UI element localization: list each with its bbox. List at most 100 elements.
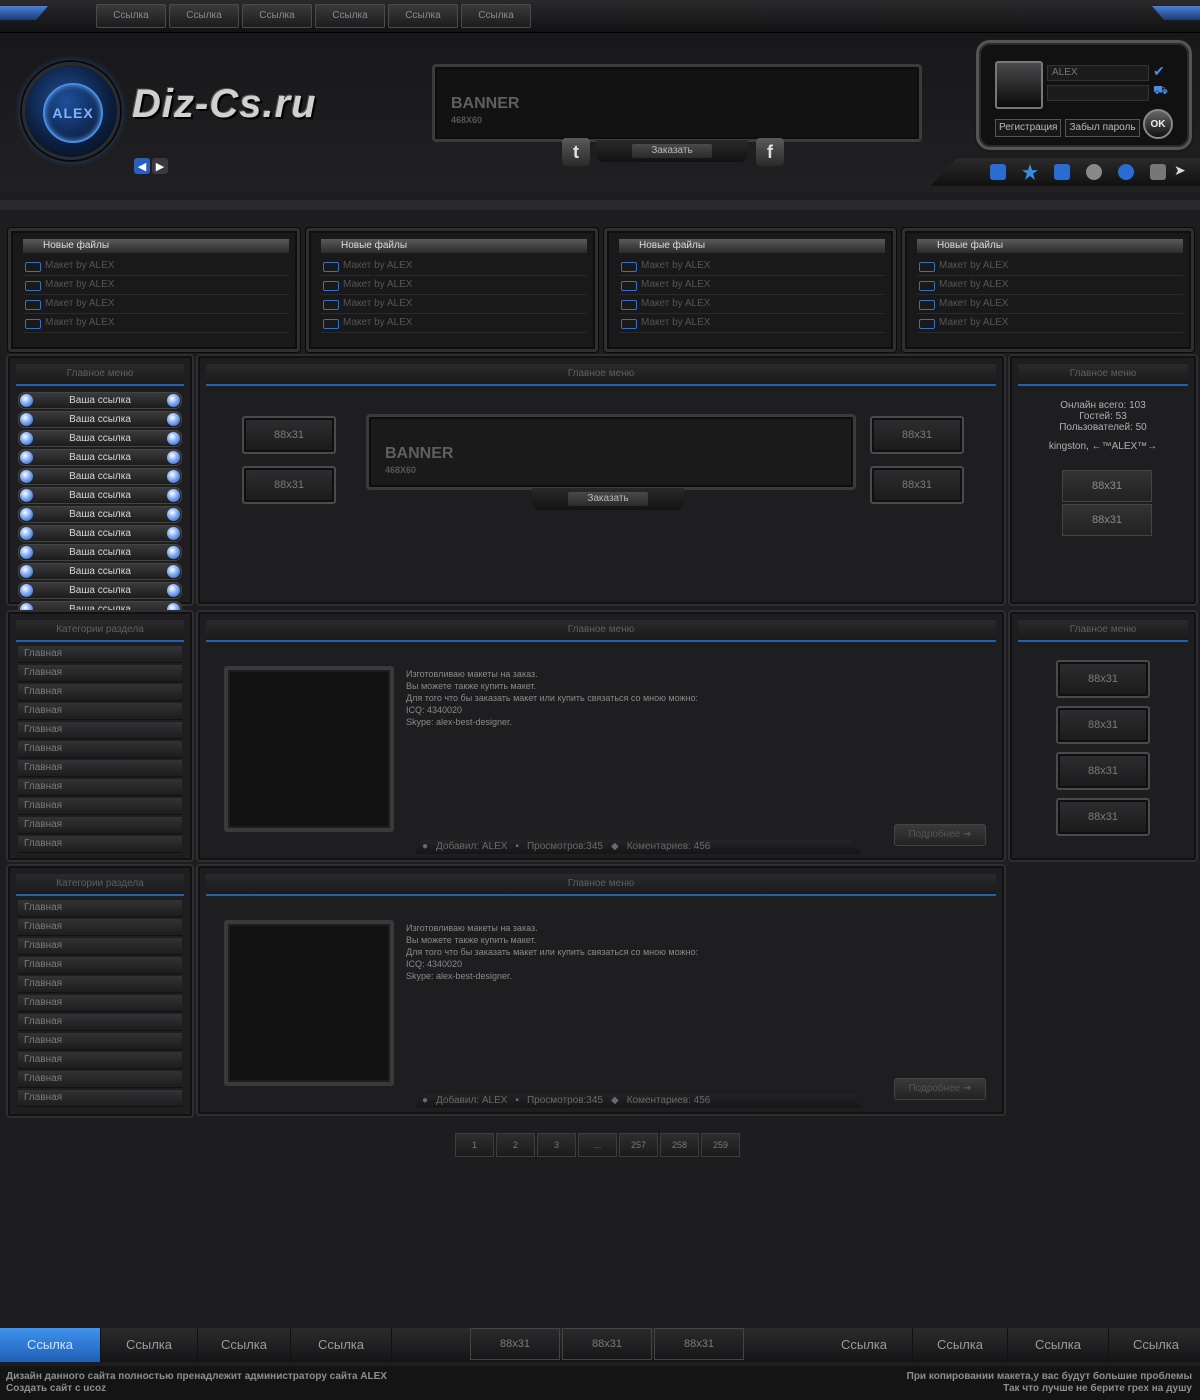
file-item[interactable]: Макет by ALEX: [321, 257, 587, 276]
category-link[interactable]: Главная: [18, 760, 182, 777]
logo-badge[interactable]: ALEX: [22, 62, 120, 160]
button-88x31[interactable]: 88x31: [1056, 660, 1150, 698]
more-button[interactable]: Подробнее ➔: [894, 824, 986, 846]
file-item[interactable]: Макет by ALEX: [321, 314, 587, 333]
footer-link[interactable]: Ссылка: [1109, 1328, 1200, 1362]
arrow-left-icon[interactable]: ◀: [134, 158, 150, 174]
category-link[interactable]: Главная: [18, 665, 182, 682]
top-nav-link[interactable]: Ссылка: [96, 4, 166, 28]
file-item[interactable]: Макет by ALEX: [23, 314, 289, 333]
menu-link[interactable]: Ваша ссылка: [18, 563, 182, 580]
site-logo-text[interactable]: Diz-Cs.ru: [132, 82, 317, 127]
category-link[interactable]: Главная: [18, 1033, 182, 1050]
category-link[interactable]: Главная: [18, 1052, 182, 1069]
top-banner[interactable]: BANNER 468X60: [432, 64, 922, 142]
page-link[interactable]: 3: [537, 1133, 576, 1157]
file-item[interactable]: Макет by ALEX: [23, 295, 289, 314]
top-nav-link[interactable]: Ссылка: [315, 4, 385, 28]
button-88x31[interactable]: 88x31: [562, 1328, 652, 1360]
file-item[interactable]: Макет by ALEX: [23, 257, 289, 276]
category-link[interactable]: Главная: [18, 957, 182, 974]
username-field[interactable]: ALEX: [1047, 65, 1149, 81]
menu-link[interactable]: Ваша ссылка: [18, 449, 182, 466]
button-88x31[interactable]: 88x31: [1056, 798, 1150, 836]
top-nav-link[interactable]: Ссылка: [242, 4, 312, 28]
button-88x31[interactable]: 88x31: [470, 1328, 560, 1360]
top-nav-link[interactable]: Ссылка: [388, 4, 458, 28]
center-banner[interactable]: BANNER 468X60: [366, 414, 856, 490]
file-item[interactable]: Макет by ALEX: [321, 276, 587, 295]
search-icon[interactable]: [1086, 164, 1102, 180]
file-item[interactable]: Макет by ALEX: [321, 295, 587, 314]
post-thumbnail[interactable]: [224, 666, 394, 832]
post-thumbnail[interactable]: [224, 920, 394, 1086]
file-item[interactable]: Макет by ALEX: [23, 276, 289, 295]
bookmark-icon[interactable]: [1054, 164, 1070, 180]
order-button[interactable]: Заказать: [568, 492, 648, 506]
category-link[interactable]: Главная: [18, 703, 182, 720]
file-item[interactable]: Макет by ALEX: [619, 257, 885, 276]
button-88x31[interactable]: 88x31: [1062, 470, 1152, 502]
page-link[interactable]: 257: [619, 1133, 658, 1157]
category-link[interactable]: Главная: [18, 817, 182, 834]
page-link[interactable]: 2: [496, 1133, 535, 1157]
button-88x31[interactable]: 88x31: [1056, 752, 1150, 790]
menu-link[interactable]: Ваша ссылка: [18, 525, 182, 542]
button-88x31[interactable]: 88x31: [242, 466, 336, 504]
footer-link[interactable]: Ссылка: [1008, 1328, 1109, 1362]
category-link[interactable]: Главная: [18, 684, 182, 701]
post-comments[interactable]: Коментариев: 456: [627, 1094, 711, 1108]
button-88x31[interactable]: 88x31: [1056, 706, 1150, 744]
category-link[interactable]: Главная: [18, 741, 182, 758]
page-link[interactable]: 1: [455, 1133, 494, 1157]
register-link[interactable]: Регистрация: [995, 119, 1062, 137]
button-88x31[interactable]: 88x31: [242, 416, 336, 454]
footer-link-active[interactable]: Ссылка: [0, 1328, 101, 1362]
order-button[interactable]: Заказать: [632, 144, 712, 158]
button-88x31[interactable]: 88x31: [654, 1328, 744, 1360]
category-link[interactable]: Главная: [18, 779, 182, 796]
button-88x31[interactable]: 88x31: [870, 466, 964, 504]
online-users[interactable]: kingston, ←™ALEX™→: [1010, 441, 1196, 452]
category-link[interactable]: Главная: [18, 1071, 182, 1088]
forgot-password-link[interactable]: Забыл пароль: [1065, 119, 1140, 137]
menu-link[interactable]: Ваша ссылка: [18, 582, 182, 599]
category-link[interactable]: Главная: [18, 1014, 182, 1031]
category-link[interactable]: Главная: [18, 722, 182, 739]
menu-link[interactable]: Ваша ссылка: [18, 487, 182, 504]
menu-link[interactable]: Ваша ссылка: [18, 468, 182, 485]
menu-link[interactable]: Ваша ссылка: [18, 544, 182, 561]
page-link[interactable]: 258: [660, 1133, 699, 1157]
file-item[interactable]: Макет by ALEX: [619, 314, 885, 333]
footer-link[interactable]: Ссылка: [291, 1328, 392, 1362]
footer-link[interactable]: Ссылка: [816, 1328, 913, 1362]
category-link[interactable]: Главная: [18, 976, 182, 993]
login-ok-button[interactable]: OK: [1143, 109, 1173, 139]
star-icon[interactable]: [1022, 164, 1038, 180]
category-link[interactable]: Главная: [18, 900, 182, 917]
file-item[interactable]: Макет by ALEX: [619, 295, 885, 314]
book-icon[interactable]: [990, 164, 1006, 180]
file-item[interactable]: Макет by ALEX: [917, 276, 1183, 295]
category-link[interactable]: Главная: [18, 1090, 182, 1107]
password-field[interactable]: [1047, 85, 1149, 101]
file-item[interactable]: Макет by ALEX: [917, 314, 1183, 333]
menu-link[interactable]: Ваша ссылка: [18, 506, 182, 523]
post-comments[interactable]: Коментариев: 456: [627, 840, 711, 854]
menu-link[interactable]: Ваша ссылка: [18, 392, 182, 409]
category-link[interactable]: Главная: [18, 919, 182, 936]
footer-link[interactable]: Ссылка: [101, 1328, 198, 1362]
more-button[interactable]: Подробнее ➔: [894, 1078, 986, 1100]
footer-link[interactable]: Ссылка: [198, 1328, 291, 1362]
menu-link[interactable]: Ваша ссылка: [18, 411, 182, 428]
post-author[interactable]: Добавил: ALEX: [436, 840, 507, 854]
settings-icon[interactable]: [1150, 164, 1166, 180]
button-88x31[interactable]: 88x31: [1062, 504, 1152, 536]
twitter-icon[interactable]: t: [562, 138, 590, 166]
arrow-right-icon[interactable]: ▶: [152, 158, 168, 174]
top-nav-link[interactable]: Ссылка: [169, 4, 239, 28]
page-link[interactable]: 259: [701, 1133, 740, 1157]
post-author[interactable]: Добавил: ALEX: [436, 1094, 507, 1108]
footer-link[interactable]: Ссылка: [913, 1328, 1008, 1362]
facebook-icon[interactable]: f: [756, 138, 784, 166]
